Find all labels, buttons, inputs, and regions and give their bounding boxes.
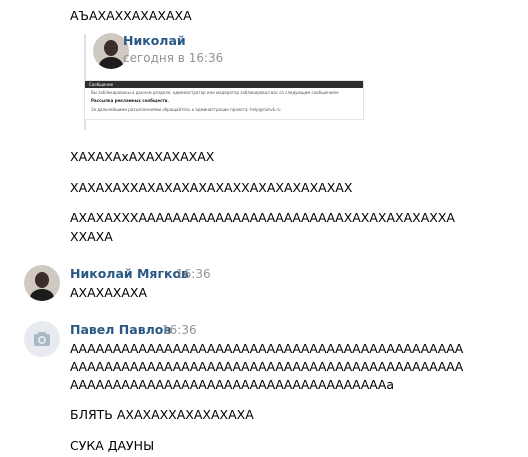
message-time[interactable]: 16:36	[176, 267, 211, 281]
message-text: ХАХАХАХХАХАХАХАХАХАХХАХАХАХАХАХАХ	[70, 180, 353, 195]
message-text: БЛЯТЬ АХАХАХХАХАХАХАХА	[70, 407, 254, 422]
message-text: АААААААААААААААААААААААААААААААААААААа	[70, 377, 395, 392]
forwarded-time[interactable]: сегодня в 16:36	[123, 51, 223, 65]
message-text: СУКА ДАУНЫ	[70, 438, 155, 453]
message-text: АХАХАХХХААААААААААААААААААААААААХАХАХАХА…	[70, 210, 455, 225]
message-text: АААААААААААААААААААААААААААААААААААААААА…	[70, 341, 464, 356]
thumbnail-header: Сообщение	[85, 81, 363, 88]
thumbnail-line: Вы заблокированы в данном разделе, админ…	[91, 90, 340, 95]
avatar[interactable]	[24, 265, 60, 301]
camera-icon	[34, 332, 50, 346]
thumbnail-line: Рассылка рекламных сообществ.	[91, 98, 169, 103]
thumbnail-line: За дальнейшими разъяснениями обращайтесь…	[91, 107, 281, 112]
message-text: ХАХАХАхАХАХАХАХАХ	[70, 149, 215, 164]
message-author[interactable]: Николай Мягков	[70, 266, 189, 281]
message-author[interactable]: Павел Павлов	[70, 322, 171, 337]
forwarded-author[interactable]: Николай	[123, 33, 186, 48]
message-text: АЪАХАХХАХАХАХА	[70, 8, 192, 23]
avatar[interactable]	[24, 321, 60, 357]
message-text: ХХАХА	[70, 229, 113, 244]
forwarded-image[interactable]: Сообщение Вы заблокированы в данном разд…	[84, 80, 364, 120]
message-time[interactable]: 16:36	[162, 323, 197, 337]
message-text: АХАХАХАХА	[70, 285, 148, 300]
message-text: АААААААААААААААААААААААААААААААААААААААА…	[70, 359, 464, 374]
